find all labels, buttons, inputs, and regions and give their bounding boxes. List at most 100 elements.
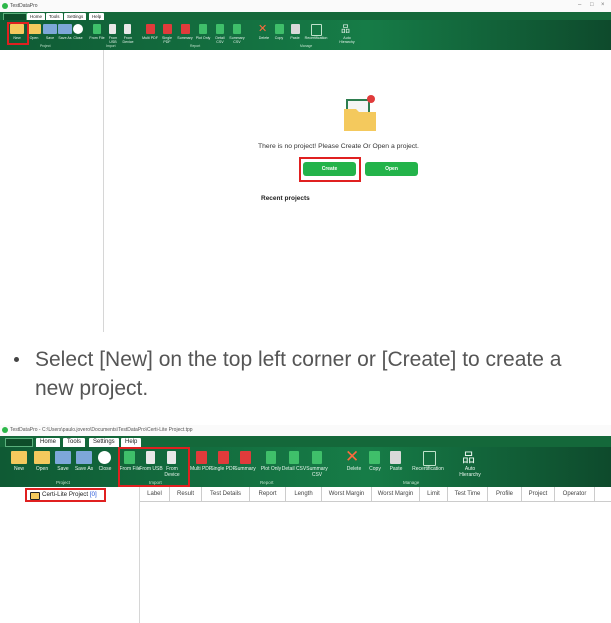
group-report: Report [190, 44, 201, 48]
summary-icon[interactable] [181, 24, 190, 34]
group-project: Project [56, 480, 71, 485]
copy-icon[interactable] [369, 451, 380, 464]
single-pdf-icon[interactable] [218, 451, 229, 464]
delete-icon[interactable]: ✕ [258, 24, 272, 35]
ribbon-summary-label: Summary [177, 36, 193, 40]
column-operator[interactable]: Operator [555, 487, 595, 501]
results-table-header: Label Result Test Details Report Length … [140, 487, 611, 502]
import-group-highlight [118, 447, 190, 487]
app-logo-icon [2, 427, 8, 433]
tab-home[interactable]: Home [27, 13, 46, 20]
ribbon-delete-label: Delete [258, 36, 270, 40]
summary-csv-icon[interactable] [233, 24, 241, 34]
ribbon-summary-csv-label: Summary CSV [229, 36, 245, 44]
project-tree-item[interactable]: Certi-Lite Project [0] [25, 488, 106, 502]
column-profile[interactable]: Profile [488, 487, 522, 501]
ribbon-from-device-label: From Device [122, 36, 134, 44]
summary-csv-icon[interactable] [312, 451, 322, 464]
single-pdf-icon[interactable] [163, 24, 172, 34]
new-button-highlight [7, 22, 29, 45]
usb-icon[interactable] [109, 24, 116, 34]
tab-tools[interactable]: Tools [46, 13, 63, 20]
ribbon-tabs: Home Tools Settings Help [0, 12, 611, 21]
close-window-icon[interactable]: × [601, 2, 605, 8]
ribbon-paste-label: Paste [389, 466, 403, 472]
group-import: Import [106, 44, 116, 48]
column-worst-margin[interactable]: Worst Margin [322, 487, 372, 501]
ribbon-close-label: Close [98, 466, 112, 472]
title-bar-2: TestDataPro - C:\Users\paulo.jovero\Docu… [0, 425, 611, 436]
paste-icon[interactable] [291, 24, 300, 34]
plot-only-icon[interactable] [266, 451, 276, 464]
ribbon-summary-label: Summary [234, 466, 256, 472]
detail-csv-icon[interactable] [216, 24, 224, 34]
project-sidebar [0, 50, 104, 332]
app-logo-icon [2, 3, 8, 9]
column-length[interactable]: Length [286, 487, 322, 501]
ribbon-from-file-label: From File [89, 36, 105, 40]
tab-tools[interactable]: Tools [63, 438, 86, 447]
device-icon[interactable] [124, 24, 131, 34]
hierarchy-icon[interactable]: 品 [341, 24, 355, 34]
project-tree [0, 487, 140, 623]
column-limit[interactable]: Limit [420, 487, 448, 501]
recertification-icon[interactable] [311, 24, 322, 36]
create-button[interactable]: Create [303, 162, 356, 176]
tab-help[interactable]: Help [89, 13, 105, 20]
column-worst-margin-2[interactable]: Worst Margin [372, 487, 420, 501]
group-project: Project [40, 44, 51, 48]
column-label[interactable]: Label [140, 487, 170, 501]
multi-pdf-icon[interactable] [146, 24, 155, 34]
window-title: TestDataPro [10, 3, 38, 9]
empty-folder-icon [344, 95, 376, 131]
save-icon[interactable] [55, 451, 71, 464]
save-as-icon[interactable] [58, 24, 72, 34]
title-bar: TestDataPro – □ × [0, 0, 611, 12]
summary-icon[interactable] [240, 451, 251, 464]
column-test-details[interactable]: Test Details [202, 487, 250, 501]
ribbon-from-usb-label: From USB [108, 36, 118, 44]
tab-help[interactable]: Help [121, 438, 142, 447]
tab-home[interactable]: Home [36, 438, 61, 447]
project-name: Certi-Lite Project [42, 491, 89, 498]
tab-settings[interactable]: Settings [89, 438, 119, 447]
group-manage: Manage [403, 480, 420, 485]
save-as-icon[interactable] [76, 451, 92, 464]
bullet [14, 357, 19, 362]
column-project[interactable]: Project [522, 487, 555, 501]
plot-only-icon[interactable] [199, 24, 207, 34]
open-folder-icon[interactable] [34, 451, 50, 464]
instruction-sentence: Select [New] on the top left corner or [… [35, 348, 562, 400]
ribbon-single-pdf-label: Single PDF [162, 36, 172, 44]
ribbon-detail-csv-label: Detail CSV [215, 36, 225, 44]
column-test-time[interactable]: Test Time [448, 487, 488, 501]
ribbon-summary-csv-label: Summary CSV [306, 466, 328, 478]
close-project-icon[interactable] [73, 24, 83, 34]
column-report[interactable]: Report [250, 487, 286, 501]
open-button[interactable]: Open [365, 162, 418, 176]
close-project-icon[interactable] [98, 451, 111, 464]
open-folder-icon[interactable] [27, 24, 41, 34]
save-icon[interactable] [43, 24, 57, 34]
new-project-icon[interactable] [11, 451, 27, 464]
maximize-icon[interactable]: □ [590, 2, 594, 8]
copy-icon[interactable] [275, 24, 284, 34]
minimize-icon[interactable]: – [578, 2, 581, 8]
multi-pdf-icon[interactable] [196, 451, 207, 464]
tab-settings[interactable]: Settings [64, 13, 87, 20]
recertification-icon[interactable] [423, 451, 436, 466]
ribbon-multi-pdf-label: Multi PDF [142, 36, 158, 40]
ribbon-auto-hierarchy-label: Auto Hierarchy [339, 36, 355, 44]
ribbon-plot-only-label: Plot Only [195, 36, 211, 40]
delete-icon[interactable]: ✕ [345, 448, 361, 465]
recent-projects-heading: Recent projects [261, 195, 310, 202]
app-menu-button[interactable] [5, 438, 33, 447]
group-manage: Manage [300, 44, 313, 48]
project-tree-label: Certi-Lite Project [0] [42, 490, 97, 500]
hierarchy-icon[interactable]: 品 [462, 451, 478, 464]
ribbon-recertification-label: Recertification [304, 36, 328, 40]
from-file-icon[interactable] [93, 24, 101, 34]
column-result[interactable]: Result [170, 487, 202, 501]
paste-icon[interactable] [390, 451, 401, 464]
detail-csv-icon[interactable] [289, 451, 299, 464]
